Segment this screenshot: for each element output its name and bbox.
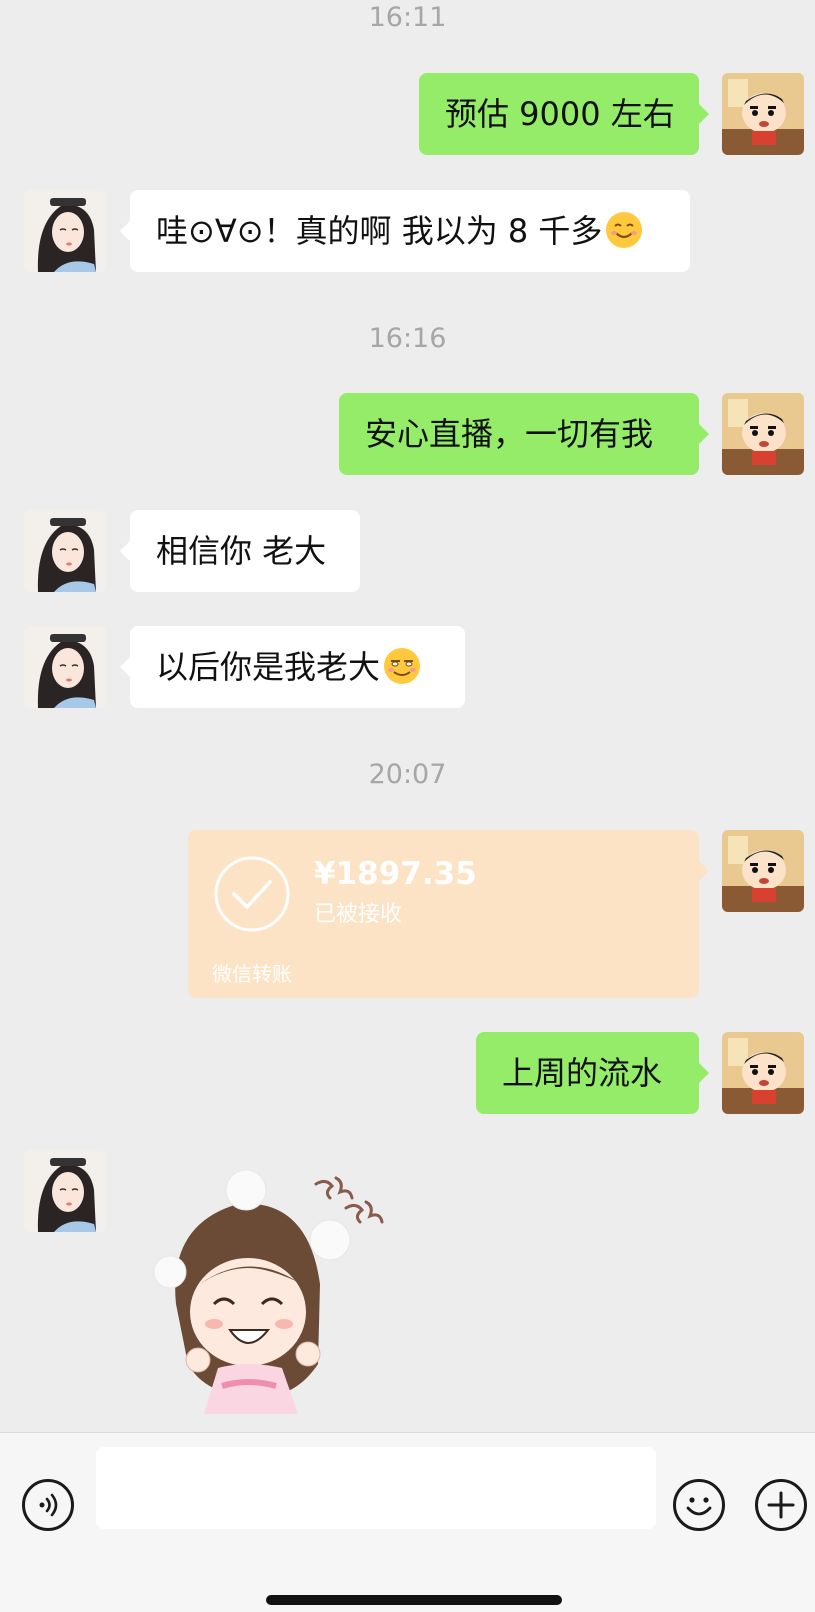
input-toolbar — [0, 1432, 815, 1612]
message-text: 预估 9000 左右 — [445, 95, 675, 133]
message-text: 相信你 老大 — [156, 532, 327, 570]
smile-emoji-icon — [606, 212, 643, 248]
timestamp: 16:11 — [368, 2, 447, 33]
home-indicator — [266, 1595, 562, 1605]
contact-avatar[interactable] — [24, 626, 106, 708]
voice-icon — [39, 1493, 58, 1517]
message-text: 安心直播，一切有我 — [365, 415, 654, 453]
message-bubble-incoming[interactable]: 相信你 老大 — [120, 510, 360, 592]
grin-emoji-icon — [384, 648, 421, 684]
message-text: 哇⊙∀⊙！真的啊 我以为 8 千多 — [156, 212, 603, 250]
voice-button[interactable] — [22, 1479, 74, 1531]
timestamp: 16:16 — [368, 323, 447, 354]
message-input[interactable] — [96, 1447, 656, 1529]
my-avatar[interactable] — [722, 393, 804, 475]
my-avatar[interactable] — [722, 1032, 804, 1114]
transfer-status: 已被接收 — [314, 902, 403, 927]
plus-button[interactable] — [755, 1479, 807, 1531]
message-bubble-outgoing[interactable]: 安心直播，一切有我 — [339, 393, 709, 475]
contact-avatar[interactable] — [24, 190, 106, 272]
check-circle-icon — [214, 856, 290, 932]
transfer-amount: ¥1897.35 — [314, 856, 477, 892]
chat-area[interactable]: 16:11 预估 9000 左右 哇⊙∀⊙！真的啊 我以为 8 千多 16:16… — [0, 0, 815, 1432]
message-bubble-outgoing[interactable]: 预估 9000 左右 — [419, 73, 709, 155]
emoji-icon — [686, 1497, 712, 1516]
message-bubble-outgoing[interactable]: 上周的流水 — [476, 1032, 709, 1114]
message-text: 以后你是我老大 — [156, 648, 381, 686]
transfer-footer: 微信转账 — [212, 962, 292, 986]
plus-icon — [767, 1491, 795, 1519]
message-bubble-incoming[interactable]: 哇⊙∀⊙！真的啊 我以为 8 千多 — [120, 190, 690, 272]
transfer-card[interactable]: ¥1897.35 已被接收 微信转账 — [188, 830, 709, 998]
contact-avatar[interactable] — [24, 510, 106, 592]
emoji-button[interactable] — [673, 1479, 725, 1531]
message-bubble-incoming[interactable]: 以后你是我老大 — [120, 626, 465, 708]
message-text: 上周的流水 — [502, 1054, 663, 1092]
thank-you-sticker-icon[interactable] — [148, 1164, 388, 1414]
my-avatar[interactable] — [722, 73, 804, 155]
contact-avatar[interactable] — [24, 1150, 106, 1232]
timestamp: 20:07 — [368, 759, 447, 790]
my-avatar[interactable] — [722, 830, 804, 912]
